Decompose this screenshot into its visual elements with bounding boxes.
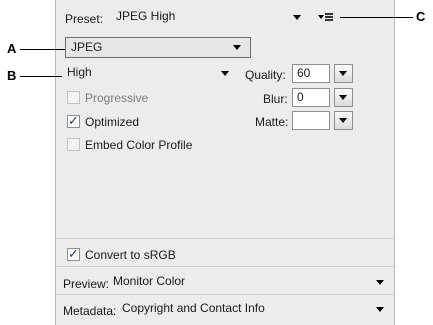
matte-swatch[interactable] [292, 111, 330, 130]
optimized-label: Optimized [85, 115, 140, 129]
preview-value: Monitor Color [113, 274, 186, 288]
optimize-settings-panel: Preset: JPEG High JPEG High Quality: 60 … [55, 0, 395, 325]
callout-b: B [7, 68, 17, 83]
embed-color-profile-label: Embed Color Profile [85, 138, 193, 152]
chevron-down-icon [339, 71, 347, 76]
progressive-label: Progressive [85, 91, 149, 105]
chevron-down-icon [376, 280, 384, 285]
checkmark-icon: ✓ [68, 246, 79, 261]
callout-c-leader [340, 17, 413, 18]
divider [56, 294, 394, 295]
convert-srgb-checkbox[interactable]: ✓ [67, 246, 80, 261]
quality-field[interactable]: 60 [292, 64, 330, 83]
quality-dropdown-button[interactable] [334, 64, 353, 83]
panel-menu-icon[interactable] [318, 11, 334, 23]
panel-menu-arrow-icon [318, 15, 324, 19]
chevron-down-icon [339, 118, 347, 123]
compression-quality-value: High [67, 65, 92, 79]
callout-a: A [7, 41, 17, 56]
optimized-checkbox[interactable]: ✓ [67, 113, 80, 128]
quality-label: Quality: [245, 68, 286, 82]
metadata-dropdown[interactable]: Copyright and Contact Info [117, 299, 390, 320]
metadata-label: Metadata: [63, 304, 117, 318]
progressive-checkbox[interactable] [67, 91, 80, 104]
blur-field[interactable]: 0 [292, 88, 330, 107]
chevron-down-icon [233, 45, 241, 50]
chevron-down-icon [293, 15, 301, 20]
matte-dropdown-button[interactable] [334, 111, 353, 130]
panel-menu-bar-icon [325, 13, 333, 15]
panel-menu-bar-icon [325, 16, 333, 18]
metadata-value: Copyright and Contact Info [122, 301, 265, 315]
chevron-down-icon [339, 95, 347, 100]
file-format-dropdown[interactable]: JPEG [65, 37, 251, 58]
embed-color-profile-checkbox[interactable] [67, 138, 80, 151]
preset-value: JPEG High [116, 9, 176, 23]
divider [56, 238, 394, 239]
chevron-down-icon [376, 307, 384, 312]
blur-label: Blur: [263, 92, 288, 106]
checkmark-icon: ✓ [68, 113, 79, 128]
callout-a-leader [20, 49, 65, 50]
panel-menu-bar-icon [325, 19, 333, 21]
preset-dropdown[interactable]: JPEG High [111, 7, 304, 28]
compression-quality-dropdown[interactable]: High [65, 63, 235, 84]
callout-c: C [416, 9, 426, 24]
chevron-down-icon [221, 71, 229, 76]
convert-srgb-label: Convert to sRGB [85, 248, 176, 262]
matte-label: Matte: [255, 115, 289, 129]
blur-dropdown-button[interactable] [334, 88, 353, 107]
divider [56, 266, 394, 267]
file-format-value: JPEG [71, 40, 103, 54]
preview-dropdown[interactable]: Monitor Color [108, 272, 390, 293]
callout-b-leader [20, 76, 62, 77]
preset-label: Preset: [65, 12, 104, 26]
preview-label: Preview: [63, 277, 110, 291]
